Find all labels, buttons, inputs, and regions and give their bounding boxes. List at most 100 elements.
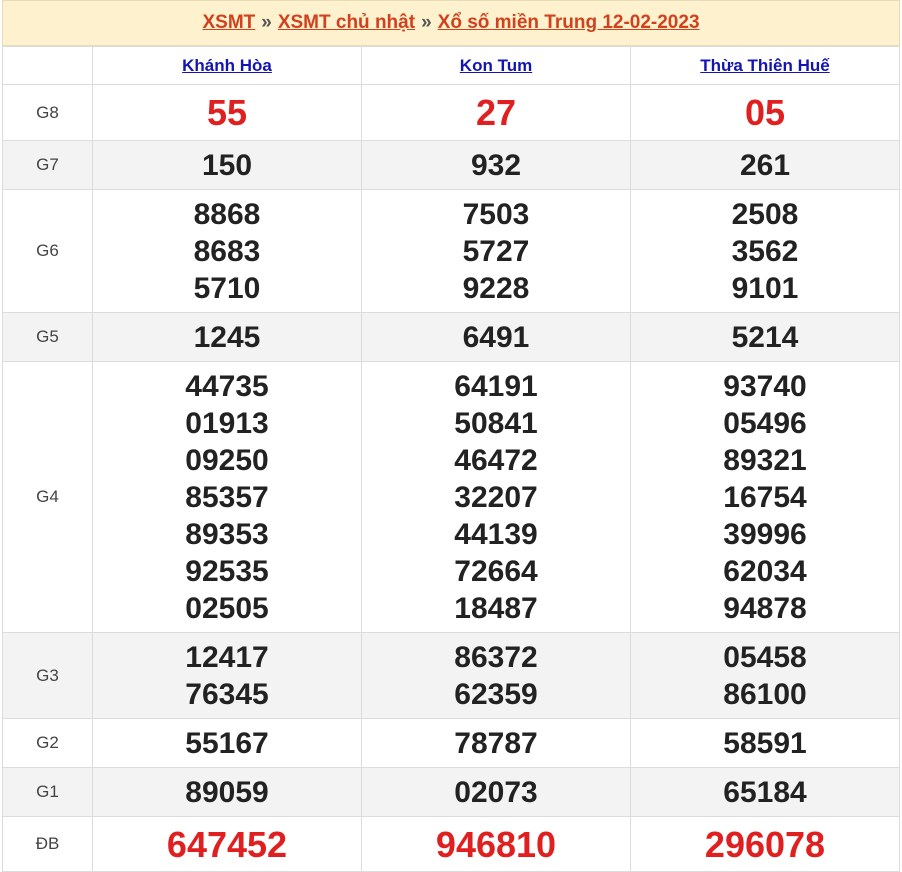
prize-label: G5 — [2, 312, 93, 362]
province-header: Kon Tum — [361, 46, 631, 85]
result-number: 946810 — [435, 823, 557, 865]
lottery-results: XSMT » XSMT chủ nhật » Xổ số miền Trung … — [2, 0, 900, 872]
result-number: 932 — [470, 148, 522, 182]
result-cell: 55 — [92, 84, 362, 141]
result-number: 46472 — [454, 443, 538, 477]
prize-row-3: G5 1245 6491 5214 — [2, 312, 900, 362]
result-number: 44139 — [454, 517, 538, 551]
result-cell: 64191 50841 46472 32207 44139 72664 18487 — [361, 361, 631, 633]
result-number: 150 — [201, 148, 253, 182]
result-number: 16754 — [723, 480, 807, 514]
prize-label: G7 — [2, 140, 93, 190]
result-cell: 8868 8683 5710 — [92, 189, 362, 313]
result-number: 09250 — [185, 443, 269, 477]
result-number: 64191 — [454, 369, 538, 403]
province-link-kon-tum[interactable]: Kon Tum — [460, 56, 532, 75]
province-header: Thừa Thiên Huế — [630, 46, 900, 85]
result-number: 39996 — [723, 517, 807, 551]
result-number: 8868 — [193, 197, 261, 231]
result-number: 62359 — [454, 677, 538, 711]
prize-row-7: G1 89059 02073 65184 — [2, 767, 900, 817]
header-empty-cell — [2, 46, 93, 85]
result-number: 296078 — [704, 823, 826, 865]
result-number: 12417 — [185, 640, 269, 674]
header-row: Khánh Hòa Kon Tum Thừa Thiên Huế — [2, 46, 900, 85]
prize-label: G8 — [2, 84, 93, 141]
result-number: 86100 — [723, 677, 807, 711]
result-number: 27 — [475, 92, 517, 133]
result-cell: 296078 — [630, 816, 900, 872]
result-number: 76345 — [185, 677, 269, 711]
result-cell: 05 — [630, 84, 900, 141]
result-number: 9228 — [462, 271, 530, 305]
prize-label: G2 — [2, 718, 93, 768]
result-number: 18487 — [454, 591, 538, 625]
breadcrumb-separator: » — [421, 12, 432, 33]
result-number: 1245 — [193, 320, 261, 354]
result-number: 3562 — [731, 234, 799, 268]
result-number: 02505 — [185, 591, 269, 625]
breadcrumb-sunday-link[interactable]: XSMT chủ nhật — [278, 12, 415, 34]
result-number: 94878 — [723, 591, 807, 625]
results-table: Khánh Hòa Kon Tum Thừa Thiên Huế G8 55 27 0… — [2, 46, 900, 872]
province-link-thua-thien-hue[interactable]: Thừa Thiên Huế — [700, 56, 829, 75]
result-cell: 55167 — [92, 718, 362, 768]
result-number: 5727 — [462, 234, 530, 268]
result-number: 89321 — [723, 443, 807, 477]
province-link-khanh-hoa[interactable]: Khánh Hòa — [182, 56, 272, 75]
result-number: 647452 — [166, 823, 288, 865]
result-cell: 89059 — [92, 767, 362, 817]
prize-row-5: G3 12417 76345 86372 62359 05458 86100 — [2, 632, 900, 719]
result-number: 2508 — [731, 197, 799, 231]
prize-row-4: G4 44735 01913 09250 85357 89353 92535 02505 641… — [2, 361, 900, 633]
result-number: 5214 — [731, 320, 799, 354]
result-number: 62034 — [723, 554, 807, 588]
result-number: 9101 — [731, 271, 799, 305]
result-number: 72664 — [454, 554, 538, 588]
breadcrumb: XSMT » XSMT chủ nhật » Xổ số miền Trung … — [2, 0, 900, 46]
result-number: 86372 — [454, 640, 538, 674]
result-number: 55 — [206, 92, 248, 133]
result-cell: 58591 — [630, 718, 900, 768]
prize-label: G4 — [2, 361, 93, 633]
result-number: 44735 — [185, 369, 269, 403]
breadcrumb-xsmt-link[interactable]: XSMT — [202, 12, 255, 34]
result-cell: 261 — [630, 140, 900, 190]
prize-label: G6 — [2, 189, 93, 313]
result-number: 78787 — [454, 726, 538, 760]
result-cell: 02073 — [361, 767, 631, 817]
result-number: 89059 — [185, 775, 269, 809]
result-number: 32207 — [454, 480, 538, 514]
result-number: 02073 — [454, 775, 538, 809]
province-header: Khánh Hòa — [92, 46, 362, 85]
result-cell: 78787 — [361, 718, 631, 768]
prize-row-1: G7 150 932 261 — [2, 140, 900, 190]
result-cell: 65184 — [630, 767, 900, 817]
prize-row-8: ĐB 647452 946810 296078 — [2, 816, 900, 872]
prize-row-0: G8 55 27 05 — [2, 84, 900, 141]
result-number: 58591 — [723, 726, 807, 760]
prize-row-2: G6 8868 8683 5710 7503 5727 9228 2508 3562 9101 — [2, 189, 900, 313]
result-number: 8683 — [193, 234, 261, 268]
prize-row-6: G2 55167 78787 58591 — [2, 718, 900, 768]
result-cell: 2508 3562 9101 — [630, 189, 900, 313]
result-cell: 86372 62359 — [361, 632, 631, 719]
result-cell: 27 — [361, 84, 631, 141]
result-number: 05458 — [723, 640, 807, 674]
result-number: 92535 — [185, 554, 269, 588]
result-cell: 647452 — [92, 816, 362, 872]
result-cell: 7503 5727 9228 — [361, 189, 631, 313]
result-number: 7503 — [462, 197, 530, 231]
result-cell: 12417 76345 — [92, 632, 362, 719]
result-number: 261 — [739, 148, 791, 182]
result-cell: 05458 86100 — [630, 632, 900, 719]
result-cell: 932 — [361, 140, 631, 190]
result-number: 55167 — [185, 726, 269, 760]
result-number: 93740 — [723, 369, 807, 403]
result-cell: 150 — [92, 140, 362, 190]
breadcrumb-separator: » — [261, 12, 272, 33]
result-number: 6491 — [462, 320, 530, 354]
prize-label: G3 — [2, 632, 93, 719]
result-cell: 6491 — [361, 312, 631, 362]
breadcrumb-date-link[interactable]: Xổ số miền Trung 12-02-2023 — [438, 12, 700, 34]
